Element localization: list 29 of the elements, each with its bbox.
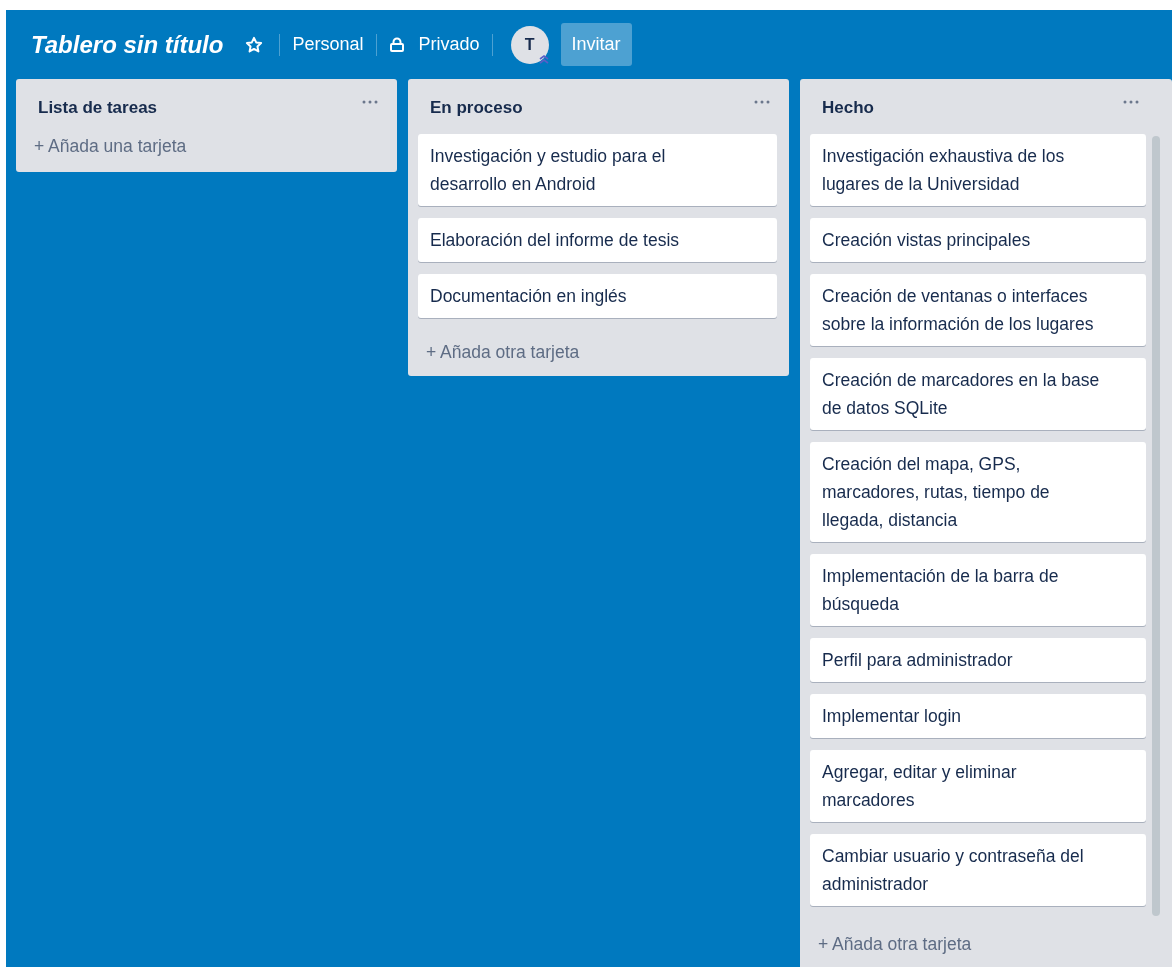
task-card[interactable]: Agregar, editar y eliminar marcadores bbox=[810, 750, 1146, 822]
add-card-button[interactable]: + Añada otra tarjeta bbox=[800, 906, 1158, 967]
add-card-button[interactable]: + Añada una tarjeta bbox=[16, 134, 397, 172]
task-card[interactable]: Investigación exhaustiva de los lugares de la Universidad bbox=[810, 134, 1146, 206]
lock-icon bbox=[388, 36, 405, 53]
task-card[interactable]: Investigación y estudio para el desarrollo en Android bbox=[418, 134, 777, 206]
task-card[interactable]: Perfil para administrador bbox=[810, 638, 1146, 682]
more-icon[interactable] bbox=[361, 99, 379, 105]
task-card[interactable]: Creación vistas principales bbox=[810, 218, 1146, 262]
add-card-button[interactable]: + Añada otra tarjeta bbox=[408, 318, 789, 376]
task-card[interactable]: Cambiar usuario y contraseña del administrador bbox=[810, 834, 1146, 906]
task-card[interactable]: Documentación en inglés bbox=[418, 274, 777, 318]
task-card[interactable]: Creación de marcadores en la base de datos SQLite bbox=[810, 358, 1146, 430]
board-title[interactable]: Tablero sin título bbox=[31, 26, 224, 63]
team-button[interactable]: Personal bbox=[290, 27, 366, 62]
list-title[interactable]: Hecho bbox=[822, 95, 874, 134]
more-icon[interactable] bbox=[1122, 99, 1140, 105]
star-icon[interactable] bbox=[245, 35, 264, 54]
list-title[interactable]: En proceso bbox=[430, 95, 523, 134]
list-title[interactable]: Lista de tareas bbox=[38, 95, 158, 134]
task-card[interactable]: Elaboración del informe de tesis bbox=[418, 218, 777, 262]
task-card[interactable]: Implementar login bbox=[810, 694, 1146, 738]
more-icon[interactable] bbox=[753, 99, 771, 105]
task-card[interactable]: Implementación de la barra de búsqueda bbox=[810, 554, 1146, 626]
task-card[interactable]: Creación de ventanas o interfaces sobre la información de los lugares bbox=[810, 274, 1146, 346]
scrollbar[interactable] bbox=[1152, 136, 1160, 916]
visibility-button[interactable]: Privado bbox=[386, 27, 482, 62]
avatar[interactable]: T bbox=[510, 25, 549, 64]
task-card[interactable]: Creación del mapa, GPS, marcadores, rutas, tiempo de llegada, distancia bbox=[810, 442, 1146, 542]
